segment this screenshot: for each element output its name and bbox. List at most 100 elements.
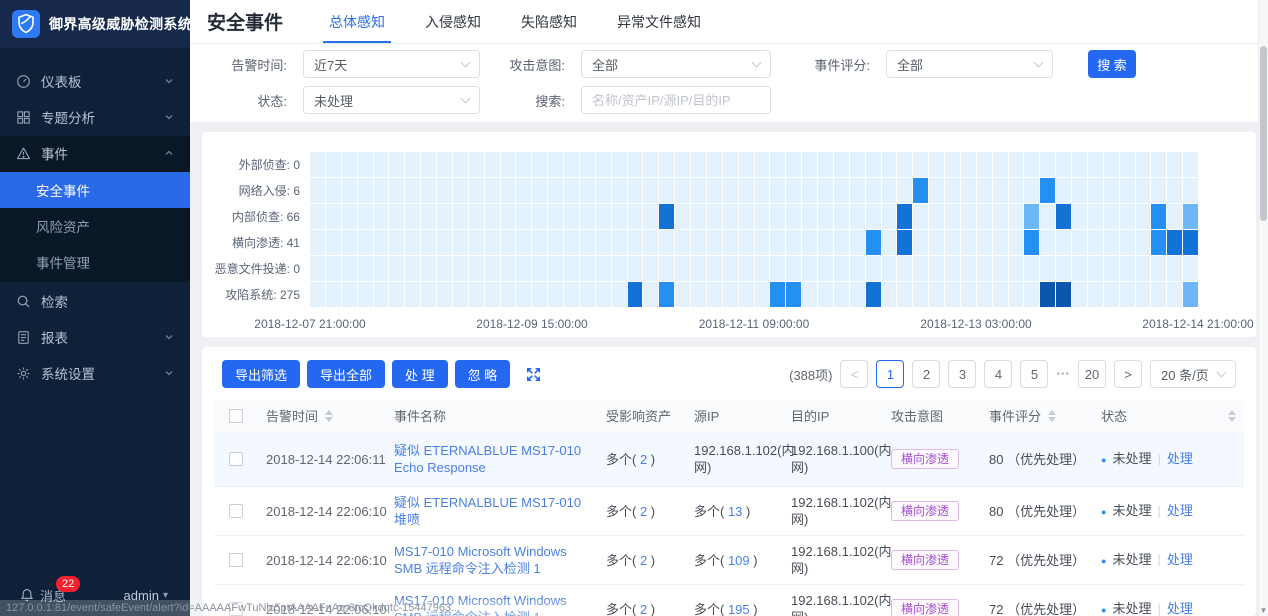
status-cell: ●未处理|处理 (1093, 443, 1244, 476)
fullscreen-expand-icon[interactable] (525, 366, 542, 383)
sort-icon[interactable] (1228, 410, 1236, 422)
heatmap-cell (1104, 230, 1119, 255)
heatmap-cell (1104, 178, 1119, 203)
dest-ip-cell: 192.168.1.100(内网) (783, 435, 883, 483)
heatmap-cell (469, 178, 484, 203)
column-header[interactable]: 状态 (1093, 406, 1244, 425)
heatmap-cell (1072, 152, 1087, 177)
sort-icon[interactable] (325, 410, 333, 422)
page-button-2[interactable]: 2 (912, 360, 940, 388)
process-button[interactable]: 处 理 (392, 360, 448, 388)
process-action-link[interactable]: 处理 (1167, 451, 1193, 466)
page-size-select[interactable]: 20 条/页 (1150, 360, 1236, 388)
heatmap-cell (707, 230, 722, 255)
chevron-down-icon (461, 58, 471, 68)
sidebar-item-report-icon[interactable]: 报表 (0, 320, 190, 354)
heatmap-cell (739, 152, 754, 177)
column-header[interactable]: 事件评分 (981, 406, 1093, 425)
status-select[interactable]: 未处理 (303, 86, 480, 114)
heatmap-cell (723, 230, 738, 255)
process-action-link[interactable]: 处理 (1167, 601, 1193, 616)
heatmap-row-label: 横向渗透: 41 (202, 230, 300, 256)
heatmap-cell (564, 152, 579, 177)
heatmap-cell (532, 256, 547, 281)
heatmap-cell (850, 256, 865, 281)
count-link[interactable]: 2 (640, 602, 647, 616)
heatmap-row-label: 恶意文件投递: 0 (202, 256, 300, 282)
page-button-3[interactable]: 3 (948, 360, 976, 388)
vertical-scrollbar[interactable]: ▼ (1258, 0, 1268, 616)
heatmap-cell (358, 152, 373, 177)
search-input[interactable] (581, 86, 771, 114)
heatmap-cell (532, 230, 547, 255)
tab-失陷感知[interactable]: 失陷感知 (519, 0, 579, 43)
process-action-link[interactable]: 处理 (1167, 552, 1193, 567)
heatmap-cell (770, 282, 785, 307)
heatmap-cell (755, 230, 770, 255)
ignore-button[interactable]: 忽 略 (455, 360, 511, 388)
count-link[interactable]: 195 (728, 602, 750, 616)
heatmap-cell (310, 282, 325, 307)
count-link[interactable]: 2 (640, 452, 647, 467)
count-link[interactable]: 2 (640, 553, 647, 568)
event-name-link[interactable]: 疑似 ETERNALBLUE MS17-010 堆喷 (394, 495, 581, 527)
sidebar-item-dashboard-icon[interactable]: 仪表板 (0, 64, 190, 98)
sidebar-subitem[interactable]: 风险资产 (0, 208, 190, 244)
heatmap-cell (1056, 152, 1071, 177)
tab-总体感知[interactable]: 总体感知 (327, 0, 387, 43)
event-score-select[interactable]: 全部 (886, 50, 1053, 78)
heatmap-cell (516, 230, 531, 255)
heatmap-cell (310, 178, 325, 203)
heatmap-cell (1167, 204, 1182, 229)
sidebar-item-alert-triangle-icon[interactable]: 事件 (0, 136, 190, 170)
column-header[interactable]: 告警时间 (258, 406, 386, 425)
heatmap-cell (786, 256, 801, 281)
status-text: 未处理 (1112, 601, 1151, 616)
attack-intent-select[interactable]: 全部 (581, 50, 771, 78)
count-link[interactable]: 13 (728, 504, 742, 519)
count-link[interactable]: 2 (640, 504, 647, 519)
row-checkbox[interactable] (229, 553, 243, 567)
heatmap-cell (1151, 178, 1166, 203)
heatmap-cell (437, 152, 452, 177)
scrollbar-thumb[interactable] (1260, 46, 1267, 221)
heatmap-cell (866, 178, 881, 203)
search-button[interactable]: 搜 索 (1088, 50, 1136, 78)
heatmap-cell (485, 282, 500, 307)
row-checkbox[interactable] (229, 452, 243, 466)
heatmap-cell (993, 152, 1008, 177)
process-action-link[interactable]: 处理 (1167, 503, 1193, 518)
heatmap-cell (977, 152, 992, 177)
export-filtered-button[interactable]: 导出筛选 (222, 360, 300, 388)
select-all-checkbox[interactable] (229, 409, 243, 423)
heatmap-cell (882, 204, 897, 229)
heatmap-cell (1009, 256, 1024, 281)
event-name-link[interactable]: MS17-010 Microsoft Windows SMB 远程命令注入检测 … (394, 544, 567, 576)
heatmap-cell (691, 152, 706, 177)
page-button-1[interactable]: 1 (876, 360, 904, 388)
sidebar-subitem[interactable]: 安全事件 (0, 172, 190, 208)
heatmap-cell (770, 230, 785, 255)
event-name-link[interactable]: 疑似 ETERNALBLUE MS17-010 Echo Response (394, 443, 581, 475)
heatmap-cell (961, 282, 976, 307)
sidebar-subitem[interactable]: 事件管理 (0, 244, 190, 280)
next-page-button[interactable]: > (1114, 360, 1142, 388)
alert-time-select[interactable]: 近7天 (303, 50, 480, 78)
heatmap-cell (961, 152, 976, 177)
page-ellipsis[interactable]: ••• (1056, 369, 1070, 380)
export-all-button[interactable]: 导出全部 (307, 360, 385, 388)
page-button-20[interactable]: 20 (1078, 360, 1106, 388)
status-text: 未处理 (1112, 451, 1151, 466)
page-button-5[interactable]: 5 (1020, 360, 1048, 388)
tab-入侵感知[interactable]: 入侵感知 (423, 0, 483, 43)
sidebar-item-grid-icon[interactable]: 专题分析 (0, 100, 190, 134)
sort-icon[interactable] (1048, 410, 1056, 422)
count-link[interactable]: 109 (728, 553, 750, 568)
prev-page-button[interactable]: < (840, 360, 868, 388)
row-checkbox[interactable] (229, 504, 243, 518)
scrollbar-down-arrow[interactable]: ▼ (1259, 606, 1268, 615)
sidebar-item-gear-icon[interactable]: 系统设置 (0, 356, 190, 390)
tab-异常文件感知[interactable]: 异常文件感知 (615, 0, 703, 43)
page-button-4[interactable]: 4 (984, 360, 1012, 388)
sidebar-item-search-icon[interactable]: 检索 (0, 284, 190, 318)
